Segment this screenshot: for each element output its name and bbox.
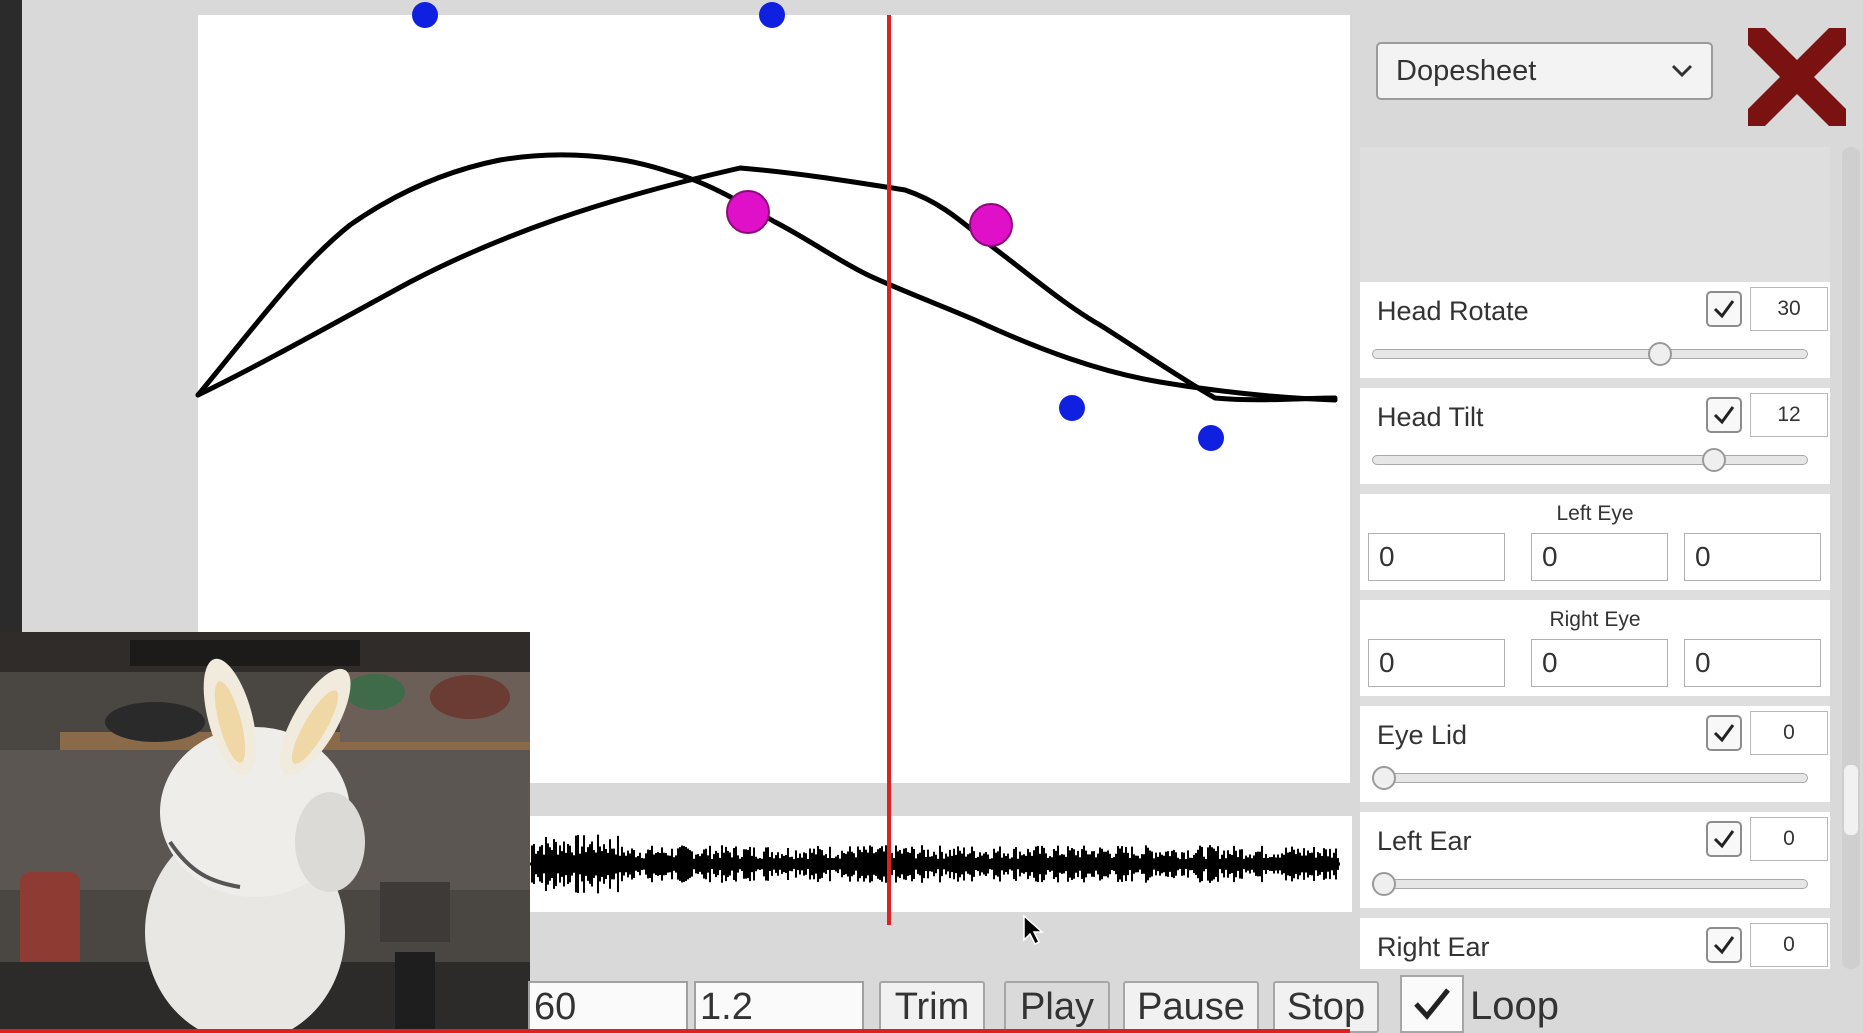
tangent-handle-3[interactable] <box>1059 395 1085 421</box>
right-ear-value[interactable]: 0 <box>1750 923 1828 967</box>
control-left-eye: Left Eye 0 0 0 <box>1360 494 1830 590</box>
eye-lid-slider-thumb[interactable] <box>1372 766 1396 790</box>
head-rotate-slider-thumb[interactable] <box>1648 342 1673 366</box>
right-eye-label: Right Eye <box>1549 608 1641 631</box>
head-tilt-label: Head Tilt <box>1377 402 1484 432</box>
checkmark-icon <box>1414 988 1450 1020</box>
keyframe-point-1[interactable] <box>726 190 770 234</box>
checkmark-icon <box>1713 936 1735 955</box>
control-eye-lid: Eye Lid 0 <box>1360 706 1830 802</box>
checkmark-icon <box>1713 830 1735 849</box>
tangent-handle-1[interactable] <box>412 2 438 28</box>
eye-lid-label: Eye Lid <box>1377 720 1468 750</box>
left-eye-y-input[interactable]: 0 <box>1531 533 1668 581</box>
close-icon <box>1737 17 1857 137</box>
chevron-down-icon <box>1671 64 1693 78</box>
controls-scroll-area[interactable]: Head Rotate 30 Head Tilt 12 Left Eye 0 0… <box>1360 147 1830 969</box>
panel-scrollbar-thumb[interactable] <box>1844 765 1858 835</box>
play-button[interactable]: Play <box>1004 981 1110 1033</box>
tangent-handle-4[interactable] <box>1198 425 1224 451</box>
checkmark-icon <box>1713 300 1735 319</box>
eye-lid-value[interactable]: 0 <box>1750 711 1828 755</box>
fps-input[interactable]: 60 <box>528 981 688 1033</box>
control-left-ear: Left Ear 0 <box>1360 812 1830 908</box>
eye-lid-checkbox[interactable] <box>1706 715 1742 751</box>
head-rotate-checkbox[interactable] <box>1706 291 1742 327</box>
eye-lid-slider-track[interactable] <box>1372 773 1808 783</box>
control-head-rotate: Head Rotate 30 <box>1360 282 1830 378</box>
mode-dropdown[interactable]: Dopesheet <box>1376 42 1713 100</box>
trim-button[interactable]: Trim <box>879 981 985 1033</box>
right-eye-x-input[interactable]: 0 <box>1368 639 1505 687</box>
mouse-cursor-icon <box>1023 914 1044 946</box>
keyframe-point-2[interactable] <box>969 203 1013 247</box>
control-right-ear: Right Ear 0 <box>1360 918 1830 969</box>
loop-label: Loop <box>1470 984 1559 1028</box>
control-head-tilt: Head Tilt 12 <box>1360 388 1830 484</box>
right-ear-checkbox[interactable] <box>1706 927 1742 963</box>
video-progress-bar <box>0 1029 1350 1033</box>
left-ear-slider-thumb[interactable] <box>1372 872 1396 896</box>
right-eye-y-input[interactable]: 0 <box>1531 639 1668 687</box>
audio-waveform-panel[interactable] <box>530 816 1352 912</box>
left-ear-label: Left Ear <box>1377 826 1472 856</box>
head-rotate-label: Head Rotate <box>1377 296 1529 326</box>
head-tilt-slider-thumb[interactable] <box>1701 448 1726 472</box>
right-ear-label: Right Ear <box>1377 932 1490 962</box>
pause-button[interactable]: Pause <box>1123 981 1259 1033</box>
checkmark-icon <box>1713 406 1735 425</box>
checkmark-icon <box>1713 724 1735 743</box>
loop-checkbox[interactable] <box>1400 975 1464 1033</box>
head-rotate-slider-track[interactable] <box>1372 349 1808 359</box>
left-eye-z-input[interactable]: 0 <box>1684 533 1821 581</box>
control-right-eye: Right Eye 0 0 0 <box>1360 600 1830 696</box>
left-eye-label: Left Eye <box>1556 502 1634 525</box>
left-eye-x-input[interactable]: 0 <box>1368 533 1505 581</box>
right-eye-z-input[interactable]: 0 <box>1684 639 1821 687</box>
left-ear-slider-track[interactable] <box>1372 879 1808 889</box>
head-tilt-value[interactable]: 12 <box>1750 393 1828 437</box>
head-tilt-checkbox[interactable] <box>1706 397 1742 433</box>
close-button[interactable] <box>1737 17 1857 137</box>
panel-scrollbar[interactable] <box>1842 147 1860 969</box>
left-ear-value[interactable]: 0 <box>1750 817 1828 861</box>
stop-button[interactable]: Stop <box>1273 981 1379 1033</box>
left-window-edge <box>0 0 22 632</box>
tangent-handle-2[interactable] <box>759 2 785 28</box>
length-input[interactable]: 1.2 <box>694 981 864 1033</box>
head-tilt-slider-track[interactable] <box>1372 455 1808 465</box>
webcam-preview <box>0 632 530 1033</box>
left-ear-checkbox[interactable] <box>1706 821 1742 857</box>
mode-dropdown-value: Dopesheet <box>1396 54 1537 87</box>
head-rotate-value[interactable]: 30 <box>1750 287 1828 331</box>
